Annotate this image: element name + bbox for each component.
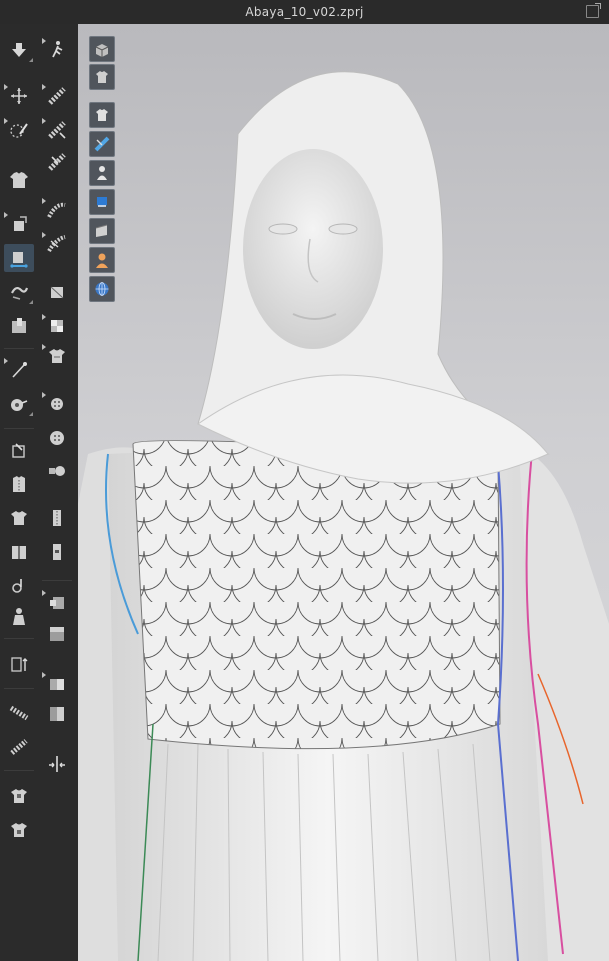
mannequin-icon[interactable] — [4, 782, 34, 810]
edit-pattern-icon[interactable] — [4, 116, 34, 144]
fold-icon[interactable] — [4, 312, 34, 340]
gather-icon[interactable] — [42, 278, 72, 306]
view-3d-box-icon[interactable] — [89, 36, 115, 62]
show-surface-icon[interactable] — [89, 218, 115, 244]
trim-icon[interactable] — [4, 504, 34, 532]
window-title: Abaya_10_v02.zprj — [245, 5, 364, 19]
shorten-icon[interactable] — [42, 196, 72, 224]
zipper-puller-icon[interactable] — [42, 504, 72, 532]
brush-icon[interactable] — [4, 356, 34, 384]
box-select-icon[interactable] — [42, 538, 72, 566]
avatar-tool-icon[interactable] — [4, 572, 34, 600]
tool-palette — [0, 24, 79, 961]
button-icon[interactable] — [42, 342, 72, 370]
zipper-icon[interactable] — [4, 470, 34, 498]
show-pattern-icon[interactable] — [89, 131, 115, 157]
lock-button-icon[interactable] — [42, 424, 72, 452]
ruler-icon[interactable] — [4, 650, 34, 678]
tack-icon[interactable] — [4, 210, 34, 238]
box-edit-icon[interactable] — [42, 588, 72, 616]
3d-viewport[interactable] — [78, 24, 609, 961]
sew-icon[interactable] — [4, 436, 34, 464]
avatar-garment-scene — [78, 71, 609, 961]
show-avatar-icon[interactable] — [89, 160, 115, 186]
puckering-icon[interactable] — [42, 230, 72, 258]
simulation-icon[interactable] — [4, 36, 34, 64]
symmetry-icon[interactable] — [42, 750, 72, 778]
show-garment-icon[interactable] — [89, 102, 115, 128]
show-environment-icon[interactable] — [89, 276, 115, 302]
strength-map-icon[interactable] — [4, 698, 34, 726]
graphic-edit-icon[interactable] — [42, 670, 72, 698]
graphic-icon[interactable] — [42, 620, 72, 648]
select-mesh-icon[interactable] — [42, 82, 72, 110]
popout-icon[interactable] — [586, 3, 601, 18]
ruler-grid-icon[interactable] — [42, 700, 72, 728]
view-garment-icon[interactable] — [89, 64, 115, 90]
elastic-icon[interactable] — [4, 538, 34, 566]
garment-select-icon[interactable] — [4, 166, 34, 194]
pin-icon[interactable] — [4, 244, 34, 272]
tape-icon[interactable] — [4, 390, 34, 418]
fit-map-icon[interactable] — [4, 732, 34, 760]
buttonhole-icon[interactable] — [42, 390, 72, 418]
transform-pattern-icon[interactable] — [4, 82, 34, 110]
arrangement-point-icon[interactable] — [4, 278, 34, 306]
fold-arrangement-icon[interactable] — [42, 116, 72, 144]
walk-animation-icon[interactable] — [42, 36, 72, 64]
topstitch-icon[interactable] — [42, 456, 72, 484]
measure-icon[interactable] — [4, 602, 34, 630]
show-fabric-icon[interactable] — [89, 189, 115, 215]
show-skin-icon[interactable] — [89, 247, 115, 273]
title-bar: Abaya_10_v02.zprj — [0, 0, 609, 25]
mannequin-edit-icon[interactable] — [4, 816, 34, 844]
texture-edit-icon[interactable] — [42, 312, 72, 340]
steam-icon[interactable] — [42, 148, 72, 176]
